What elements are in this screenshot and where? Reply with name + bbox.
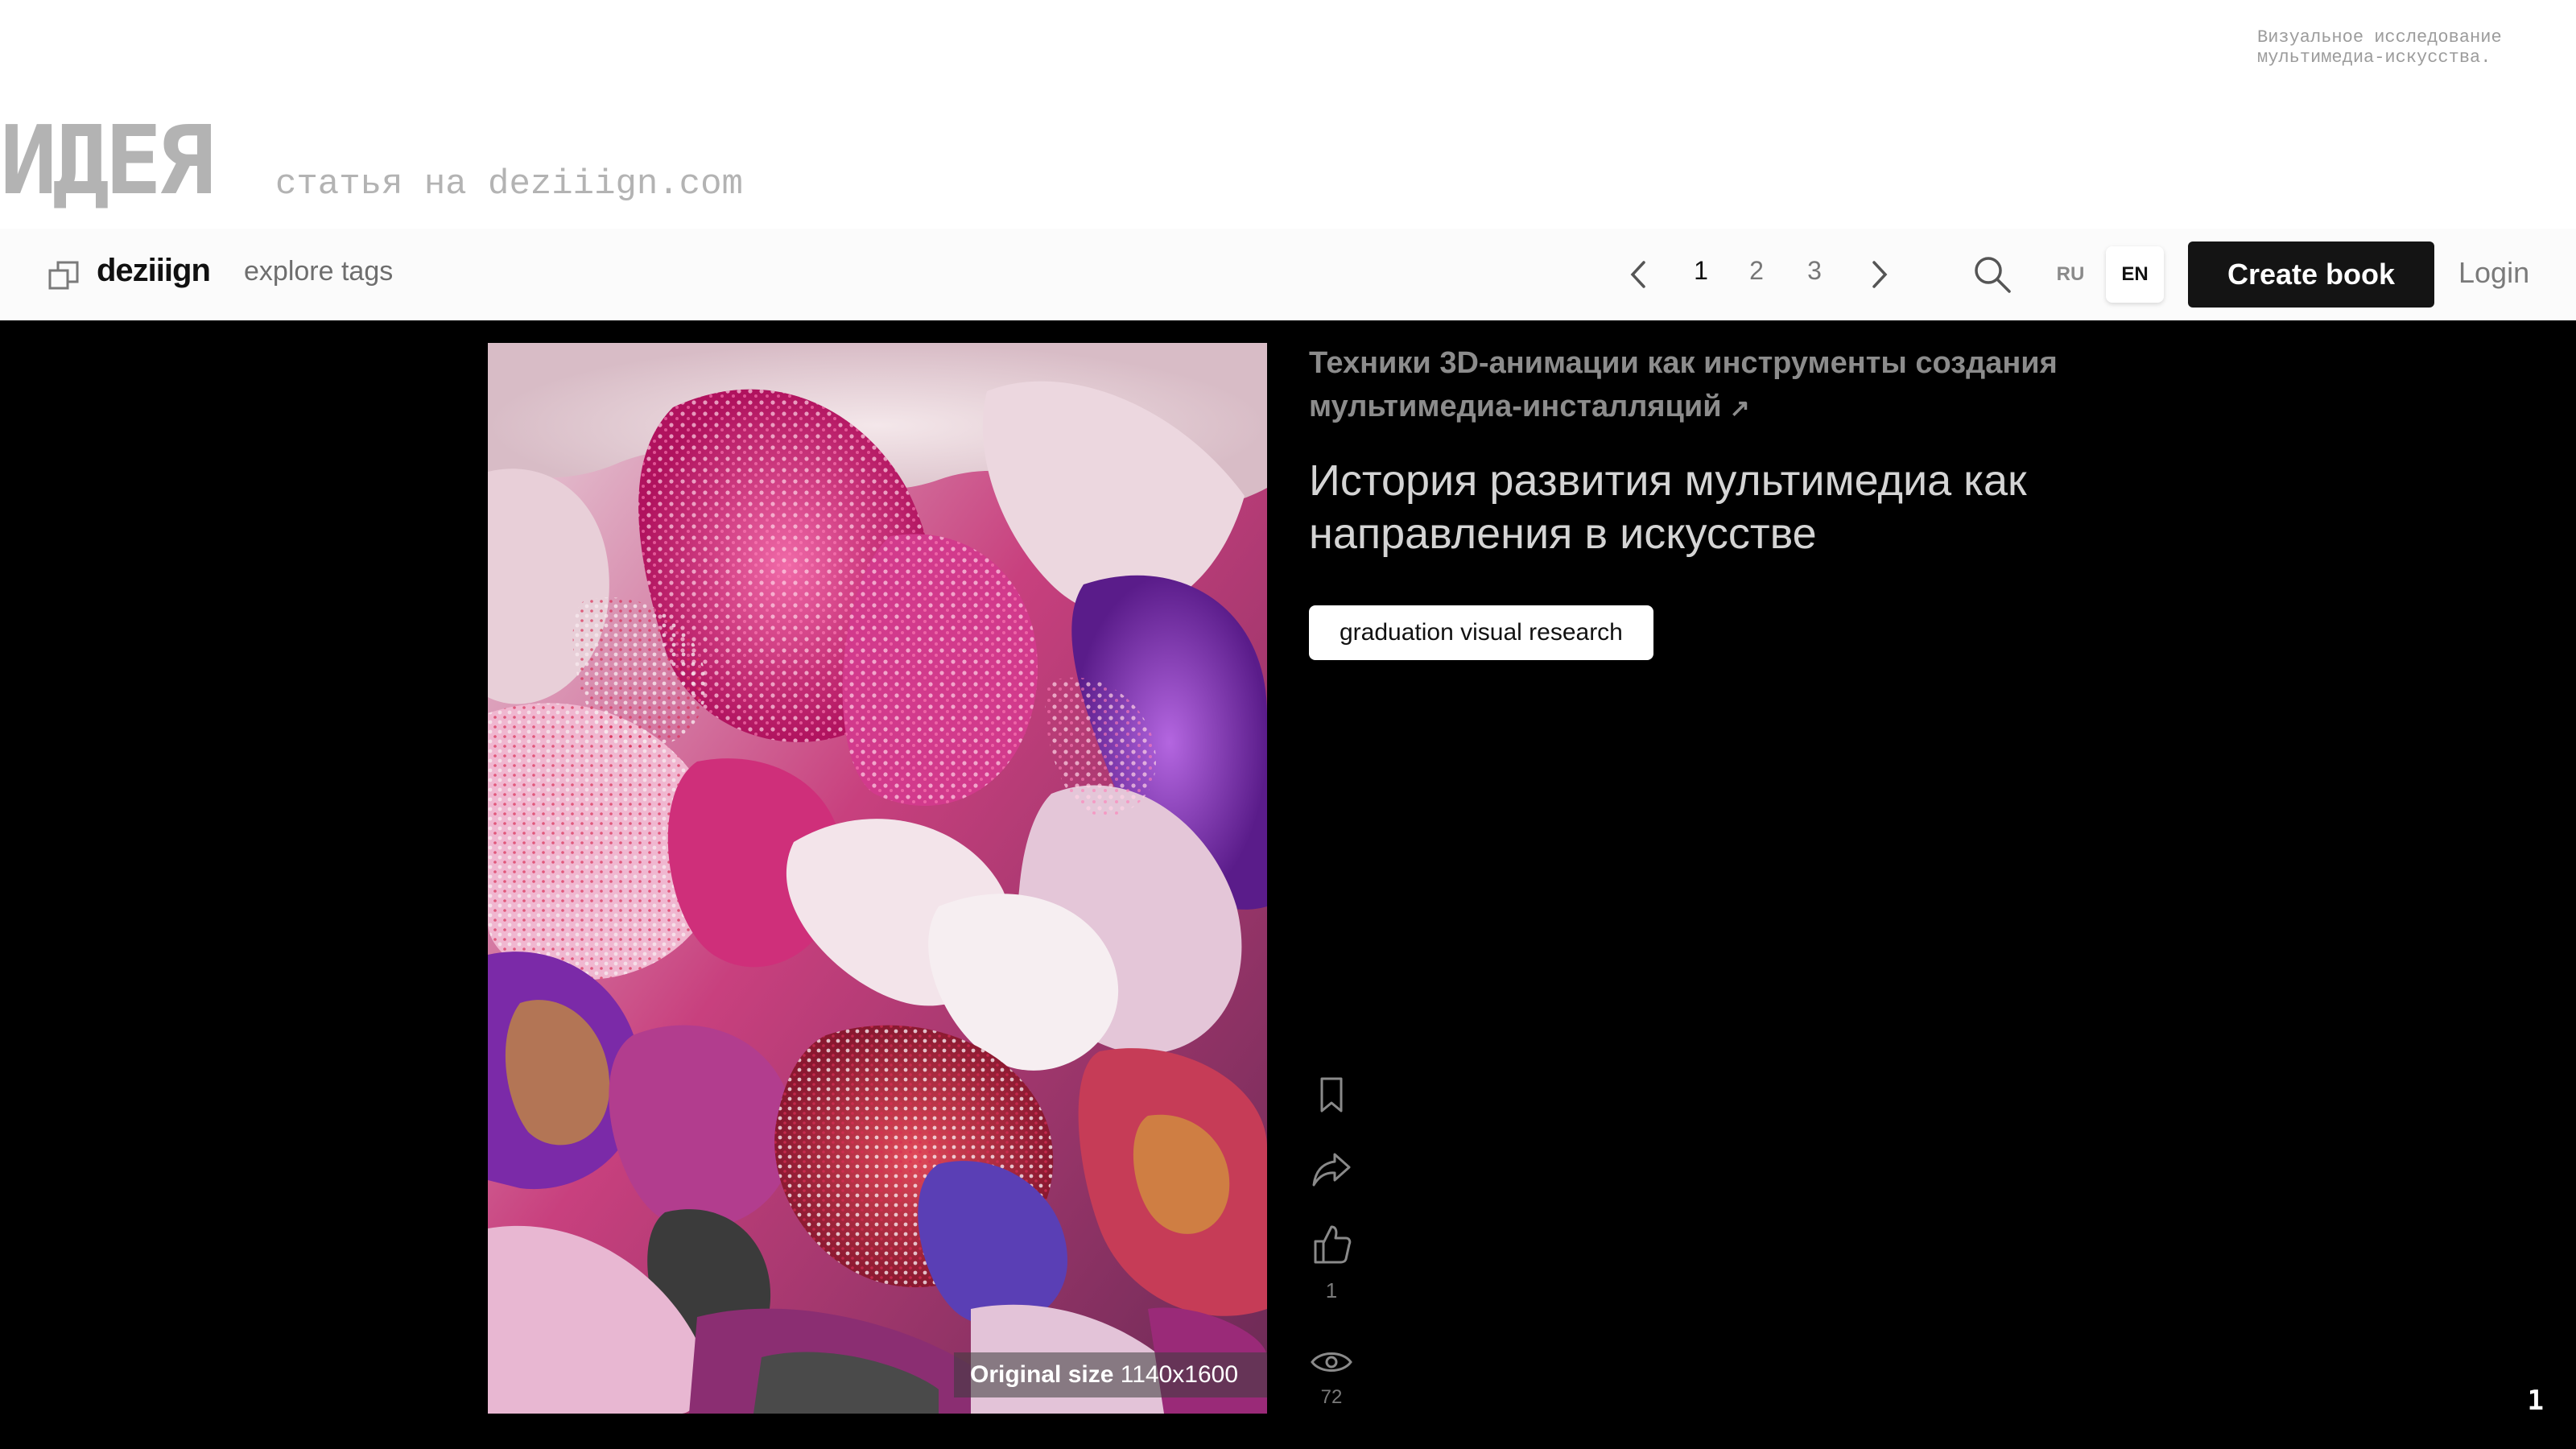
- chevron-left-icon[interactable]: [1618, 253, 1662, 296]
- arrow-up-right-icon: ↗: [1729, 395, 1750, 422]
- bookmark-icon[interactable]: [1309, 1072, 1354, 1117]
- search-icon[interactable]: [1969, 251, 2016, 298]
- thumbs-up-icon[interactable]: [1309, 1220, 1354, 1269]
- explore-tags-link[interactable]: explore tags: [244, 256, 393, 287]
- page-number-3[interactable]: 3: [1798, 256, 1831, 286]
- chevron-right-icon[interactable]: [1856, 253, 1900, 296]
- post-view: Original size 1140x1600 Техники 3D-анима…: [0, 320, 2576, 1449]
- original-size-label: Original size: [970, 1361, 1114, 1388]
- banner-corner-note: Визуальное исследование мультимедиа-иску…: [2257, 27, 2502, 68]
- tag-chip[interactable]: graduation visual research: [1309, 605, 1653, 660]
- view-count: 72: [1320, 1386, 1343, 1408]
- like-count: 1: [1325, 1278, 1338, 1302]
- top-banner: ИДЕЯ статья на deziiign.com Визуальное и…: [0, 0, 2576, 229]
- post-category-text[interactable]: Техники 3D-анимации как инструменты созд…: [1309, 346, 2058, 423]
- original-size-value: 1140x1600: [1120, 1361, 1238, 1388]
- create-book-button[interactable]: Create book: [2188, 242, 2434, 308]
- eye-icon: [1309, 1346, 1354, 1378]
- page-number-2[interactable]: 2: [1740, 256, 1773, 286]
- language-en-button[interactable]: EN: [2106, 246, 2164, 303]
- post-category-link[interactable]: Техники 3D-анимации как инструменты созд…: [1309, 341, 2162, 431]
- language-ru-button[interactable]: RU: [2045, 256, 2096, 293]
- artwork-image[interactable]: Original size 1140x1600: [488, 343, 1267, 1414]
- stacked-squares-icon[interactable]: [47, 258, 82, 293]
- page-number-1[interactable]: 1: [1685, 256, 1717, 286]
- post-title: История развития мультимедиа как направл…: [1309, 456, 2027, 558]
- abstract-artwork-image: [488, 343, 1267, 1414]
- banner-subtitle: статья на deziiign.com: [275, 164, 743, 204]
- top-navbar: deziiign explore tags 1 2 3 RU EN Create…: [0, 229, 2576, 320]
- login-link[interactable]: Login: [2458, 256, 2529, 290]
- share-icon[interactable]: [1309, 1146, 1354, 1191]
- original-size-badge: Original size 1140x1600: [954, 1352, 1267, 1397]
- banner-title: ИДЕЯ: [0, 105, 214, 216]
- page-indicator: 1: [2527, 1385, 2544, 1417]
- logo-text[interactable]: deziiign: [97, 253, 211, 289]
